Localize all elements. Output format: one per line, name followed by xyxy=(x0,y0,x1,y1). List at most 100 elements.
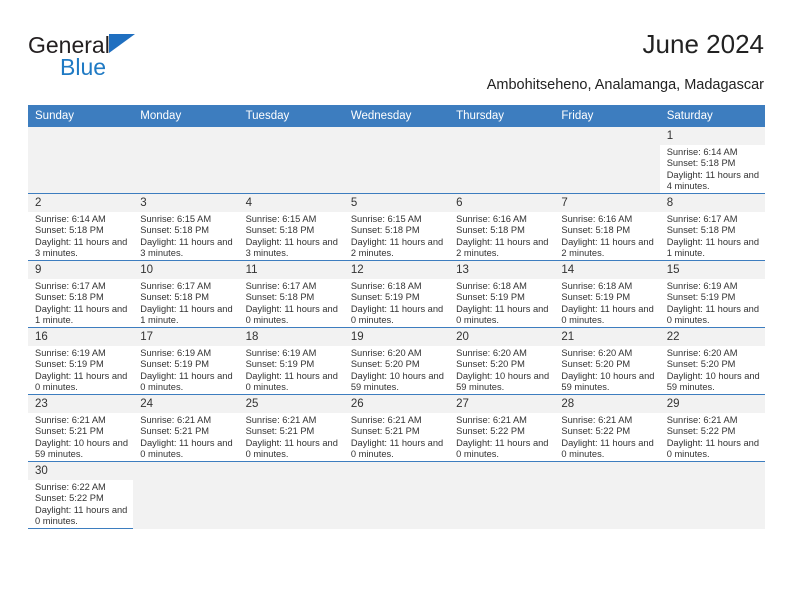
calendar-day-cell[interactable]: 24 Sunrise: 6:21 AM Sunset: 5:21 PM Dayligh… xyxy=(133,394,239,462)
sunrise-text: Sunrise: 6:17 AM xyxy=(666,214,738,224)
calendar-cell-empty xyxy=(659,461,765,529)
daylight-text: Daylight: 11 hours and 1 minute. xyxy=(140,303,233,325)
daylight-text: Daylight: 11 hours and 0 minutes. xyxy=(140,370,233,392)
calendar-day-cell[interactable]: 1 Sunrise: 6:14 AM Sunset: 5:18 PM Daylight… xyxy=(659,127,765,194)
day-cell-content: 1 Sunrise: 6:14 AM Sunset: 5:18 PM Daylight… xyxy=(659,127,765,193)
weekday-header-saturday: Saturday xyxy=(659,105,765,127)
calendar-day-cell[interactable]: 10 Sunrise: 6:17 AM Sunset: 5:18 PM Dayligh… xyxy=(133,260,239,328)
day-number: 15 xyxy=(659,261,765,279)
calendar-day-cell[interactable]: 7 Sunrise: 6:16 AM Sunset: 5:18 PM Daylight… xyxy=(554,193,660,261)
day-number: 11 xyxy=(238,261,344,279)
calendar-day-cell[interactable]: 16 Sunrise: 6:19 AM Sunset: 5:19 PM Dayligh… xyxy=(28,327,134,395)
day-cell-content: 21 Sunrise: 6:20 AM Sunset: 5:20 PM Dayligh… xyxy=(554,328,660,394)
sunset-text: Sunset: 5:20 PM xyxy=(561,359,631,370)
day-number: 17 xyxy=(133,328,239,346)
calendar-day-cell[interactable]: 29 Sunrise: 6:21 AM Sunset: 5:22 PM Dayligh… xyxy=(659,394,765,462)
day-number: 12 xyxy=(343,261,450,279)
sunrise-text: Sunrise: 6:14 AM xyxy=(35,214,106,224)
sunrise-text: Sunrise: 6:15 AM xyxy=(245,214,317,224)
daylight-text: Daylight: 10 hours and 59 minutes. xyxy=(350,370,444,392)
calendar-day-cell[interactable]: 27 Sunrise: 6:21 AM Sunset: 5:22 PM Dayligh… xyxy=(449,394,555,462)
calendar-cell-empty xyxy=(554,127,660,194)
day-details: Sunrise: 6:18 AM Sunset: 5:19 PM Daylight:… xyxy=(449,279,554,326)
weekday-header-wednesday: Wednesday xyxy=(343,105,450,127)
calendar-day-cell[interactable]: 19 Sunrise: 6:20 AM Sunset: 5:20 PM Dayligh… xyxy=(343,327,450,395)
sunset-text: Sunset: 5:18 PM xyxy=(666,158,736,169)
calendar-cell-empty xyxy=(449,461,555,529)
day-cell-content: 3 Sunrise: 6:15 AM Sunset: 5:18 PM Daylight… xyxy=(133,194,239,260)
day-cell-content: 27 Sunrise: 6:21 AM Sunset: 5:22 PM Dayligh… xyxy=(449,395,555,461)
calendar-day-cell[interactable]: 22 Sunrise: 6:20 AM Sunset: 5:20 PM Dayligh… xyxy=(659,327,765,395)
calendar-day-cell[interactable]: 15 Sunrise: 6:19 AM Sunset: 5:19 PM Dayligh… xyxy=(659,260,765,328)
calendar-week-row: 16 Sunrise: 6:19 AM Sunset: 5:19 PM Dayligh… xyxy=(28,327,765,395)
day-cell-content: 24 Sunrise: 6:21 AM Sunset: 5:21 PM Dayligh… xyxy=(133,395,239,461)
calendar-day-cell[interactable]: 21 Sunrise: 6:20 AM Sunset: 5:20 PM Dayligh… xyxy=(554,327,660,395)
sunset-text: Sunset: 5:18 PM xyxy=(456,225,525,236)
weekday-header-tuesday: Tuesday xyxy=(238,105,344,127)
calendar-day-cell[interactable]: 13 Sunrise: 6:18 AM Sunset: 5:19 PM Dayligh… xyxy=(449,260,555,328)
calendar-day-cell[interactable]: 12 Sunrise: 6:18 AM Sunset: 5:19 PM Dayligh… xyxy=(343,260,450,328)
calendar-day-cell[interactable]: 25 Sunrise: 6:21 AM Sunset: 5:21 PM Dayligh… xyxy=(238,394,344,462)
day-details: Sunrise: 6:21 AM Sunset: 5:22 PM Daylight:… xyxy=(554,413,659,460)
calendar-day-cell[interactable]: 3 Sunrise: 6:15 AM Sunset: 5:18 PM Daylight… xyxy=(133,193,239,261)
calendar-day-cell[interactable]: 2 Sunrise: 6:14 AM Sunset: 5:18 PM Daylight… xyxy=(28,193,134,261)
sunset-text: Sunset: 5:19 PM xyxy=(666,292,736,303)
day-number: 20 xyxy=(449,328,555,346)
calendar-day-cell[interactable]: 18 Sunrise: 6:19 AM Sunset: 5:19 PM Dayligh… xyxy=(238,327,344,395)
day-details: Sunrise: 6:22 AM Sunset: 5:22 PM Daylight:… xyxy=(28,480,133,527)
day-number: 16 xyxy=(28,328,134,346)
calendar-cell-empty xyxy=(343,127,450,194)
day-details: Sunrise: 6:17 AM Sunset: 5:18 PM Daylight:… xyxy=(660,212,765,259)
logo-text-blue: Blue xyxy=(60,54,107,80)
calendar-day-cell[interactable]: 4 Sunrise: 6:15 AM Sunset: 5:18 PM Daylight… xyxy=(238,193,344,261)
day-details: Sunrise: 6:15 AM Sunset: 5:18 PM Daylight:… xyxy=(133,212,238,259)
sunset-text: Sunset: 5:19 PM xyxy=(245,359,315,370)
calendar-day-cell[interactable]: 28 Sunrise: 6:21 AM Sunset: 5:22 PM Dayligh… xyxy=(554,394,660,462)
sunset-text: Sunset: 5:21 PM xyxy=(35,426,104,437)
calendar-day-cell[interactable]: 6 Sunrise: 6:16 AM Sunset: 5:18 PM Daylight… xyxy=(449,193,555,261)
calendar-cell-empty xyxy=(238,127,344,194)
calendar-cell-empty xyxy=(238,461,344,529)
general-blue-logo[interactable]: General Blue xyxy=(28,32,208,88)
sunrise-text: Sunrise: 6:18 AM xyxy=(350,281,422,291)
calendar-day-cell[interactable]: 5 Sunrise: 6:15 AM Sunset: 5:18 PM Daylight… xyxy=(343,193,450,261)
calendar-day-cell[interactable]: 23 Sunrise: 6:21 AM Sunset: 5:21 PM Dayligh… xyxy=(28,394,134,462)
daylight-text: Daylight: 11 hours and 0 minutes. xyxy=(245,437,338,459)
sunset-text: Sunset: 5:18 PM xyxy=(140,292,210,303)
day-details: Sunrise: 6:15 AM Sunset: 5:18 PM Daylight:… xyxy=(239,212,344,259)
day-details: Sunrise: 6:21 AM Sunset: 5:21 PM Daylight:… xyxy=(133,413,238,460)
calendar-day-cell[interactable]: 26 Sunrise: 6:21 AM Sunset: 5:21 PM Dayligh… xyxy=(343,394,450,462)
calendar-week-row: 30 Sunrise: 6:22 AM Sunset: 5:22 PM Dayligh… xyxy=(28,461,765,529)
day-details: Sunrise: 6:17 AM Sunset: 5:18 PM Daylight:… xyxy=(28,279,133,326)
day-cell-content: 9 Sunrise: 6:17 AM Sunset: 5:18 PM Daylight… xyxy=(28,261,134,327)
sunrise-text: Sunrise: 6:15 AM xyxy=(350,214,422,224)
calendar-day-cell[interactable]: 17 Sunrise: 6:19 AM Sunset: 5:19 PM Dayligh… xyxy=(133,327,239,395)
day-cell-content: 13 Sunrise: 6:18 AM Sunset: 5:19 PM Dayligh… xyxy=(449,261,555,327)
sunrise-text: Sunrise: 6:21 AM xyxy=(35,415,106,425)
calendar-day-cell[interactable]: 8 Sunrise: 6:17 AM Sunset: 5:18 PM Daylight… xyxy=(659,193,765,261)
calendar-cell-empty xyxy=(343,461,450,529)
calendar-week-row: 23 Sunrise: 6:21 AM Sunset: 5:21 PM Dayligh… xyxy=(28,394,765,462)
sunrise-text: Sunrise: 6:20 AM xyxy=(561,348,633,358)
sunset-text: Sunset: 5:18 PM xyxy=(35,225,104,236)
calendar-day-cell[interactable]: 20 Sunrise: 6:20 AM Sunset: 5:20 PM Dayligh… xyxy=(449,327,555,395)
sunset-text: Sunset: 5:18 PM xyxy=(35,292,104,303)
calendar-day-cell[interactable]: 30 Sunrise: 6:22 AM Sunset: 5:22 PM Dayligh… xyxy=(28,461,134,529)
day-cell-content: 14 Sunrise: 6:18 AM Sunset: 5:19 PM Dayligh… xyxy=(554,261,660,327)
sunrise-text: Sunrise: 6:16 AM xyxy=(561,214,633,224)
day-cell-content: 22 Sunrise: 6:20 AM Sunset: 5:20 PM Dayligh… xyxy=(659,328,765,394)
day-number: 9 xyxy=(28,261,134,279)
day-cell-content: 23 Sunrise: 6:21 AM Sunset: 5:21 PM Dayligh… xyxy=(28,395,134,461)
sunset-text: Sunset: 5:18 PM xyxy=(666,225,736,236)
day-number: 5 xyxy=(343,194,450,212)
calendar-day-cell[interactable]: 14 Sunrise: 6:18 AM Sunset: 5:19 PM Dayligh… xyxy=(554,260,660,328)
day-details: Sunrise: 6:21 AM Sunset: 5:22 PM Daylight:… xyxy=(449,413,554,460)
daylight-text: Daylight: 11 hours and 0 minutes. xyxy=(456,303,549,325)
day-cell-content: 16 Sunrise: 6:19 AM Sunset: 5:19 PM Dayligh… xyxy=(28,328,134,394)
sunset-text: Sunset: 5:18 PM xyxy=(350,225,420,236)
calendar-day-cell[interactable]: 11 Sunrise: 6:17 AM Sunset: 5:18 PM Dayligh… xyxy=(238,260,344,328)
day-details: Sunrise: 6:21 AM Sunset: 5:21 PM Daylight:… xyxy=(344,413,449,460)
day-cell-content: 29 Sunrise: 6:21 AM Sunset: 5:22 PM Dayligh… xyxy=(659,395,765,461)
day-cell-content: 12 Sunrise: 6:18 AM Sunset: 5:19 PM Dayligh… xyxy=(343,261,450,327)
calendar-day-cell[interactable]: 9 Sunrise: 6:17 AM Sunset: 5:18 PM Daylight… xyxy=(28,260,134,328)
